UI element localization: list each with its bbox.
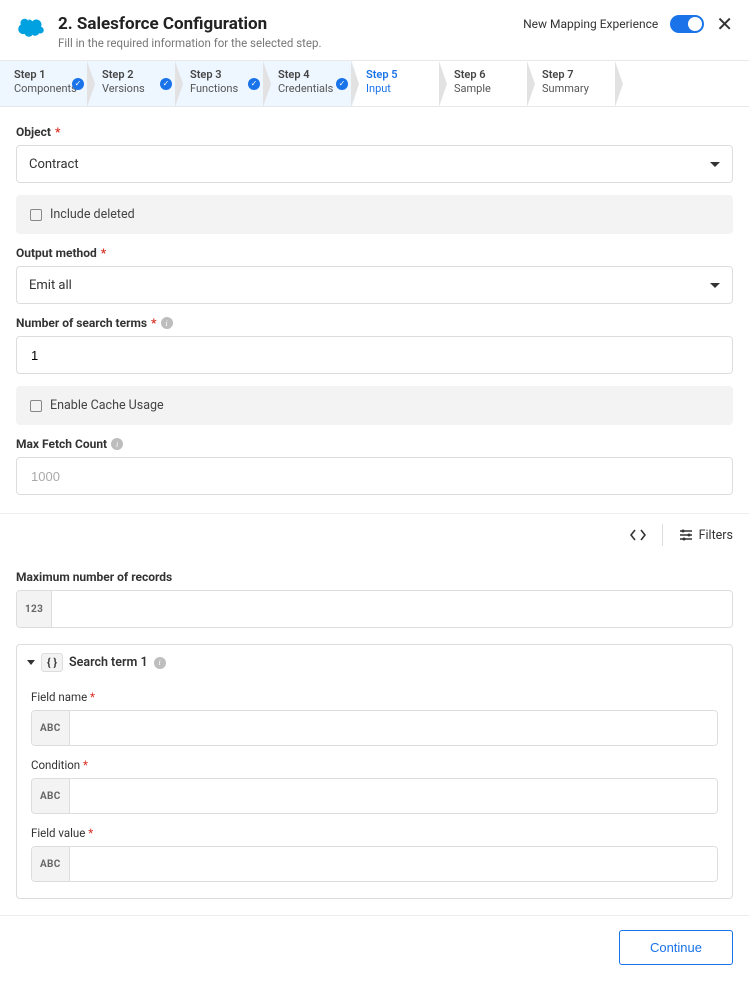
output-method-select[interactable]: Emit all bbox=[16, 266, 733, 304]
salesforce-logo-icon bbox=[16, 16, 46, 38]
search-term-title: Search term 1 bbox=[69, 655, 148, 670]
step-label: Step 5 bbox=[366, 68, 432, 81]
tools-row: Filters bbox=[0, 513, 749, 556]
step-label: Step 2 bbox=[102, 68, 168, 81]
step-label: Step 3 bbox=[190, 68, 256, 81]
output-method-label: Output method* bbox=[16, 246, 106, 260]
condition-input-wrapper: ABC bbox=[31, 778, 718, 814]
number-type-badge: 123 bbox=[17, 591, 52, 627]
search-terms-input[interactable] bbox=[29, 347, 720, 364]
condition-label: Condition * bbox=[31, 758, 718, 772]
check-icon: ✓ bbox=[72, 78, 84, 90]
enable-cache-label: Enable Cache Usage bbox=[50, 398, 164, 413]
check-icon: ✓ bbox=[248, 78, 260, 90]
max-records-input-wrapper: 123 bbox=[16, 590, 733, 628]
object-select-value: Contract bbox=[29, 157, 79, 172]
field-value-label: Field value * bbox=[31, 826, 718, 840]
step-versions[interactable]: Step 2 Versions ✓ bbox=[88, 61, 176, 106]
stepper: Step 1 Components ✓ Step 2 Versions ✓ St… bbox=[0, 61, 749, 107]
search-terms-input-wrapper bbox=[16, 336, 733, 374]
include-deleted-label: Include deleted bbox=[50, 207, 135, 222]
step-name: Functions bbox=[190, 82, 256, 95]
object-label: Object* bbox=[16, 125, 60, 139]
filters-label: Filters bbox=[699, 528, 733, 543]
step-label: Step 1 bbox=[14, 68, 80, 81]
enable-cache-checkbox[interactable] bbox=[30, 400, 42, 412]
step-summary[interactable]: Step 7 Summary bbox=[528, 61, 616, 106]
mapping-experience-toggle[interactable] bbox=[670, 15, 704, 33]
field-name-label: Field name * bbox=[31, 690, 718, 704]
info-icon[interactable]: i bbox=[154, 657, 166, 669]
condition-input[interactable] bbox=[70, 779, 717, 813]
step-label: Step 6 bbox=[454, 68, 520, 81]
step-label: Step 4 bbox=[278, 68, 344, 81]
step-name: Summary bbox=[542, 82, 608, 95]
braces-icon: { } bbox=[41, 653, 63, 672]
step-label: Step 7 bbox=[542, 68, 608, 81]
step-sample[interactable]: Step 6 Sample bbox=[440, 61, 528, 106]
close-icon[interactable]: ✕ bbox=[716, 14, 733, 34]
search-terms-label: Number of search terms* i bbox=[16, 316, 173, 330]
step-name: Versions bbox=[102, 82, 168, 95]
search-term-header[interactable]: { } Search term 1 i bbox=[17, 645, 732, 680]
output-method-value: Emit all bbox=[29, 278, 72, 293]
info-icon[interactable]: i bbox=[111, 438, 123, 450]
toggle-label: New Mapping Experience bbox=[523, 17, 658, 31]
text-type-badge: ABC bbox=[32, 847, 70, 881]
object-select[interactable]: Contract bbox=[16, 145, 733, 183]
field-name-input-wrapper: ABC bbox=[31, 710, 718, 746]
page-title: 2. Salesforce Configuration bbox=[58, 14, 523, 34]
step-functions[interactable]: Step 3 Functions ✓ bbox=[176, 61, 264, 106]
step-input[interactable]: Step 5 Input bbox=[352, 61, 440, 106]
field-value-input[interactable] bbox=[70, 847, 717, 881]
enable-cache-row[interactable]: Enable Cache Usage bbox=[16, 386, 733, 425]
dialog-footer: Continue bbox=[0, 915, 749, 985]
check-icon: ✓ bbox=[160, 78, 172, 90]
search-term-card: { } Search term 1 i Field name * ABC Con… bbox=[16, 644, 733, 899]
text-type-badge: ABC bbox=[32, 711, 70, 745]
max-fetch-input-wrapper bbox=[16, 457, 733, 495]
max-fetch-input[interactable] bbox=[29, 468, 720, 485]
step-name: Sample bbox=[454, 82, 520, 95]
field-name-input[interactable] bbox=[70, 711, 717, 745]
continue-button[interactable]: Continue bbox=[619, 930, 733, 965]
filters-button[interactable]: Filters bbox=[679, 528, 733, 543]
max-records-input[interactable] bbox=[52, 591, 732, 627]
dialog-header: 2. Salesforce Configuration Fill in the … bbox=[0, 0, 749, 61]
info-icon[interactable]: i bbox=[161, 317, 173, 329]
max-fetch-label: Max Fetch Count i bbox=[16, 437, 123, 451]
field-value-input-wrapper: ABC bbox=[31, 846, 718, 882]
chevron-down-icon bbox=[710, 162, 720, 167]
include-deleted-row[interactable]: Include deleted bbox=[16, 195, 733, 234]
code-view-button[interactable] bbox=[630, 528, 646, 542]
check-icon: ✓ bbox=[336, 78, 348, 90]
step-components[interactable]: Step 1 Components ✓ bbox=[0, 61, 88, 106]
chevron-down-icon bbox=[710, 283, 720, 288]
text-type-badge: ABC bbox=[32, 779, 70, 813]
step-name: Components bbox=[14, 82, 80, 95]
step-credentials[interactable]: Step 4 Credentials ✓ bbox=[264, 61, 352, 106]
max-records-label: Maximum number of records bbox=[16, 570, 172, 584]
page-subtitle: Fill in the required information for the… bbox=[58, 36, 523, 50]
step-name: Input bbox=[366, 82, 432, 95]
include-deleted-checkbox[interactable] bbox=[30, 209, 42, 221]
collapse-icon[interactable] bbox=[27, 660, 35, 665]
step-name: Credentials bbox=[278, 82, 344, 95]
